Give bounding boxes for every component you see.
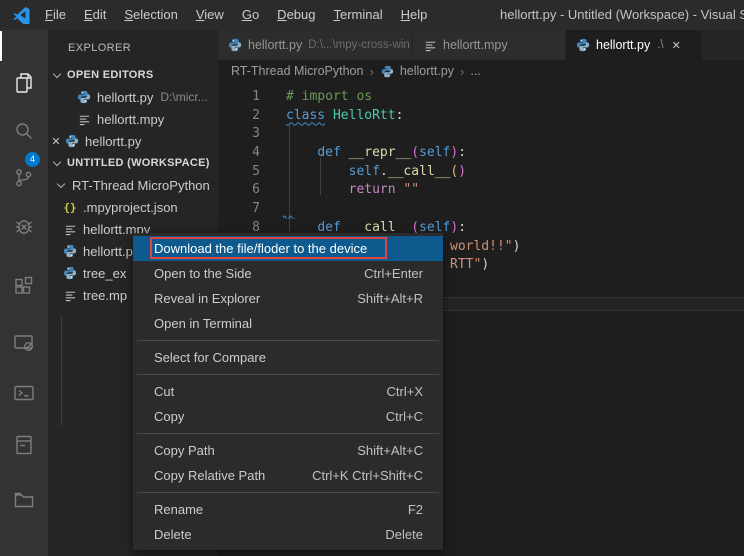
code-line: 1 # import os	[218, 88, 744, 107]
menu-item-open-to-side[interactable]: Open to the Side Ctrl+Enter	[133, 261, 443, 286]
tab-hellortt-py-active[interactable]: hellortt.py .\ ✕	[566, 30, 703, 60]
vscode-logo-icon	[13, 6, 31, 24]
menu-separator	[137, 433, 439, 434]
explorer-icon[interactable]	[12, 71, 36, 95]
tree-indent-guide	[61, 316, 62, 426]
menu-item-select-for-compare[interactable]: Select for Compare	[133, 345, 443, 370]
code-lines: 1 # import os 2 class HelloRtt: 3 4 def …	[218, 88, 744, 238]
menu-help[interactable]: Help	[392, 0, 437, 30]
annotation-highlight-box	[150, 237, 387, 259]
code-line: 6 return ""	[218, 181, 744, 200]
folder-icon[interactable]	[12, 488, 36, 512]
menu-item-delete[interactable]: Delete Delete	[133, 522, 443, 547]
search-icon[interactable]	[12, 119, 36, 143]
menu-go[interactable]: Go	[233, 0, 268, 30]
chevron-down-icon	[53, 69, 61, 77]
menu-debug[interactable]: Debug	[268, 0, 324, 30]
output-icon[interactable]	[12, 433, 36, 457]
active-view-indicator	[0, 31, 2, 61]
code-line: 5 self.__call__()	[218, 163, 744, 182]
open-editor-item[interactable]: hellortt.py D:\micr...	[48, 86, 218, 108]
python-file-icon	[62, 265, 78, 281]
python-file-icon	[76, 89, 92, 105]
code-fragment-line10: RTT")	[450, 256, 489, 275]
mpy-file-icon	[62, 287, 78, 303]
menu-item-copy[interactable]: Copy Ctrl+C	[133, 404, 443, 429]
chevron-right-icon: ›	[369, 64, 373, 79]
tab-hellortt-py-1[interactable]: hellortt.py D:\...\mpy-cross-win	[218, 30, 413, 60]
python-file-icon	[575, 37, 591, 53]
menu-item-open-in-terminal[interactable]: Open in Terminal	[133, 311, 443, 336]
title-bar: File Edit Selection View Go Debug Termin…	[0, 0, 744, 30]
code-line: 2 class HelloRtt:	[218, 107, 744, 126]
menu-separator	[137, 492, 439, 493]
breadcrumb-symbol[interactable]: ...	[470, 64, 480, 78]
editor-tabs: hellortt.py D:\...\mpy-cross-win hellort…	[218, 30, 744, 60]
menu-separator	[137, 374, 439, 375]
menu-edit[interactable]: Edit	[75, 0, 115, 30]
terminal-icon[interactable]	[12, 381, 36, 405]
open-editors-header[interactable]: OPEN EDITORS	[48, 64, 218, 86]
breadcrumb: RT-Thread MicroPython › hellortt.py › ..…	[218, 60, 744, 82]
menu-separator	[137, 340, 439, 341]
menu-bar: File Edit Selection View Go Debug Termin…	[36, 0, 436, 30]
code-line: 3	[218, 125, 744, 144]
debug-icon[interactable]	[12, 215, 36, 239]
menu-item-reveal-in-explorer[interactable]: Reveal in Explorer Shift+Alt+R	[133, 286, 443, 311]
workspace-header[interactable]: UNTITLED (WORKSPACE)	[48, 152, 218, 174]
code-line: 7	[218, 200, 744, 219]
sidebar-title: EXPLORER	[48, 30, 218, 64]
menu-file[interactable]: File	[36, 0, 75, 30]
open-editor-item[interactable]: ✕ hellortt.py	[48, 130, 218, 152]
menu-terminal[interactable]: Terminal	[324, 0, 391, 30]
tree-folder-rtthread[interactable]: RT-Thread MicroPython	[48, 174, 218, 196]
breadcrumb-file[interactable]: hellortt.py	[400, 64, 454, 78]
menu-item-cut[interactable]: Cut Ctrl+X	[133, 379, 443, 404]
squiggle-mark	[283, 214, 295, 219]
code-fragment-line9: world!!")	[450, 238, 520, 257]
tree-item-mpyproject[interactable]: {} .mpyproject.json	[48, 196, 218, 218]
python-file-icon	[227, 37, 243, 53]
close-icon[interactable]: ✕	[48, 135, 64, 148]
menu-item-rename[interactable]: Rename F2	[133, 497, 443, 522]
chevron-down-icon	[57, 179, 65, 187]
chevron-down-icon	[53, 157, 61, 165]
context-menu: Download the file/floder to the device O…	[133, 233, 443, 550]
mpy-file-icon	[62, 221, 78, 237]
open-editor-item[interactable]: hellortt.mpy	[48, 108, 218, 130]
close-icon[interactable]: ✕	[672, 39, 681, 52]
window-title: hellortt.py - Untitled (Workspace) - Vis…	[500, 0, 744, 30]
menu-item-copy-path[interactable]: Copy Path Shift+Alt+C	[133, 438, 443, 463]
menu-item-copy-relative-path[interactable]: Copy Relative Path Ctrl+K Ctrl+Shift+C	[133, 463, 443, 488]
source-control-icon[interactable]	[12, 166, 36, 190]
mpy-file-icon	[422, 37, 438, 53]
extensions-icon[interactable]	[12, 275, 36, 299]
activity-bar: 4	[0, 30, 48, 556]
json-file-icon: {}	[62, 199, 78, 215]
tab-hellortt-mpy[interactable]: hellortt.mpy	[413, 30, 566, 60]
menu-selection[interactable]: Selection	[115, 0, 186, 30]
scm-pending-badge: 4	[25, 152, 40, 167]
chevron-right-icon: ›	[460, 64, 464, 79]
code-line: 4 def __repr__(self):	[218, 144, 744, 163]
device-connect-icon[interactable]	[12, 331, 36, 355]
mpy-file-icon	[76, 111, 92, 127]
python-file-icon	[64, 133, 80, 149]
menu-view[interactable]: View	[187, 0, 233, 30]
breadcrumb-folder[interactable]: RT-Thread MicroPython	[231, 64, 363, 78]
python-file-icon	[62, 243, 78, 259]
python-file-icon	[380, 63, 396, 79]
